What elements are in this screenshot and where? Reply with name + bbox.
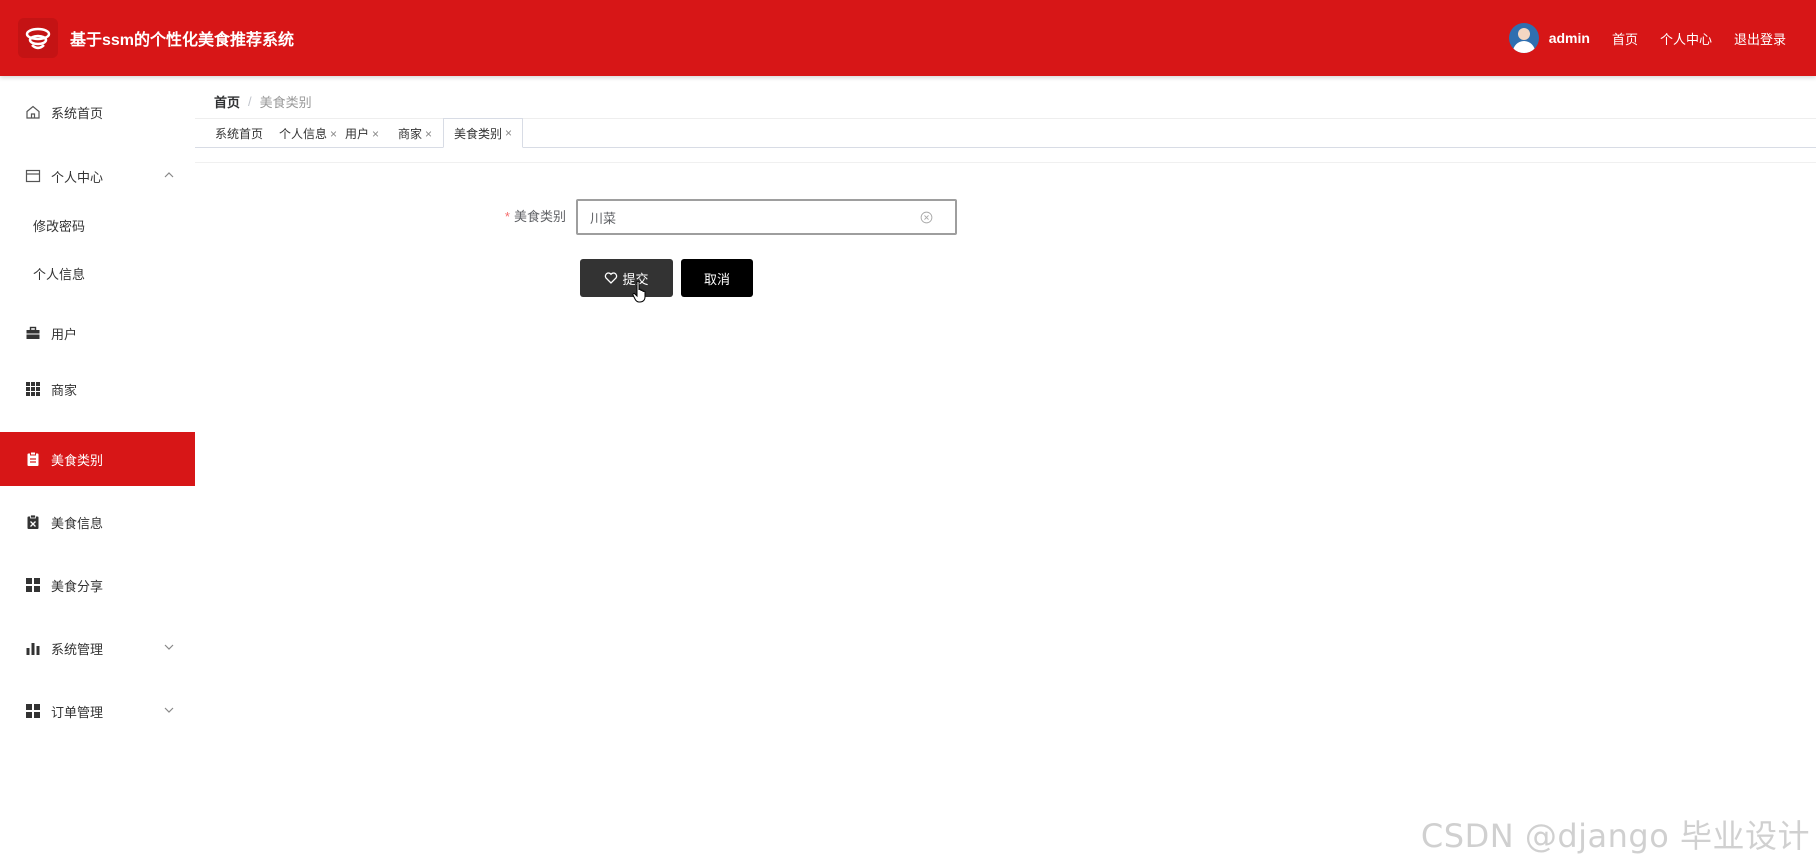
close-icon[interactable]: × bbox=[425, 127, 432, 141]
tab-label: 系统首页 bbox=[215, 127, 264, 141]
avatar[interactable] bbox=[1508, 23, 1539, 53]
sidebar: 系统首页 个人中心 修改密码 个人信息 用户 商家 美食类别 美食信息 美食分享… bbox=[0, 76, 195, 865]
apps-icon bbox=[25, 703, 41, 719]
header-link-profile[interactable]: 个人中心 bbox=[1660, 29, 1712, 48]
breadcrumb-separator: / bbox=[248, 94, 252, 109]
breadcrumb-home[interactable]: 首页 bbox=[214, 92, 240, 111]
required-mark: * bbox=[504, 209, 510, 224]
tab-label: 个人信息 bbox=[279, 127, 328, 141]
grid-icon bbox=[25, 381, 41, 397]
tabs-bar: 系统首页 个人信息 × 用户 × 商家 × 美食类别 × bbox=[195, 118, 1816, 148]
tab-label: 用户 bbox=[345, 127, 370, 141]
sidebar-item-food-share[interactable]: 美食分享 bbox=[0, 559, 195, 611]
sidebar-item-order-management[interactable]: 订单管理 bbox=[0, 685, 195, 737]
sidebar-item-label: 用户 bbox=[51, 326, 78, 342]
sidebar-item-label: 个人中心 bbox=[51, 169, 104, 185]
sidebar-item-label: 系统首页 bbox=[51, 105, 104, 121]
tab-merchants[interactable]: 商家 × bbox=[388, 119, 442, 148]
field-label-text: 美食类别 bbox=[513, 209, 566, 224]
submit-button[interactable]: 提交 bbox=[580, 259, 673, 297]
tab-users[interactable]: 用户 × bbox=[335, 119, 389, 148]
clipboard-x-icon bbox=[25, 514, 41, 530]
sidebar-item-home[interactable]: 系统首页 bbox=[0, 86, 195, 138]
sidebar-subitem-change-password[interactable]: 修改密码 bbox=[0, 205, 195, 245]
tab-label: 美食类别 bbox=[454, 126, 503, 141]
sidebar-item-label: 商家 bbox=[51, 382, 78, 398]
card-icon bbox=[25, 168, 41, 184]
clipboard-icon bbox=[25, 451, 41, 467]
bar-chart-icon bbox=[25, 640, 41, 656]
sidebar-item-personal-center[interactable]: 个人中心 bbox=[0, 150, 195, 202]
close-icon[interactable]: × bbox=[505, 126, 512, 140]
clear-circle-icon[interactable] bbox=[920, 211, 933, 224]
sidebar-item-label: 系统管理 bbox=[51, 641, 104, 657]
breadcrumb: 首页 / 美食类别 bbox=[214, 92, 312, 111]
watermark: CSDN @django 毕业设计 bbox=[1420, 817, 1810, 855]
top-header: 基于ssm的个性化美食推荐系统 admin 首页 个人中心 退出登录 bbox=[0, 0, 1816, 76]
sidebar-item-food-category[interactable]: 美食类别 bbox=[0, 432, 195, 486]
sidebar-item-system-management[interactable]: 系统管理 bbox=[0, 622, 195, 674]
apps-icon bbox=[25, 577, 41, 593]
sidebar-item-food-info[interactable]: 美食信息 bbox=[0, 496, 195, 548]
briefcase-icon bbox=[25, 325, 41, 341]
food-category-label: * 美食类别 bbox=[420, 199, 566, 235]
chevron-down-icon bbox=[164, 644, 174, 650]
app-logo[interactable] bbox=[18, 18, 58, 58]
chevron-down-icon bbox=[164, 707, 174, 713]
header-link-home[interactable]: 首页 bbox=[1612, 29, 1638, 48]
hand-cursor-icon bbox=[632, 280, 646, 303]
close-icon[interactable]: × bbox=[372, 127, 379, 141]
food-category-field[interactable] bbox=[576, 199, 957, 235]
content-divider bbox=[195, 162, 1816, 163]
username-label: admin bbox=[1548, 30, 1590, 46]
app-title: 基于ssm的个性化美食推荐系统 bbox=[70, 32, 295, 49]
sidebar-item-label: 美食分享 bbox=[51, 578, 104, 594]
sidebar-item-merchants[interactable]: 商家 bbox=[0, 363, 195, 415]
tab-food-category[interactable]: 美食类别 × bbox=[443, 118, 524, 148]
tab-label: 商家 bbox=[398, 127, 423, 141]
header-link-logout[interactable]: 退出登录 bbox=[1734, 29, 1786, 48]
sidebar-item-label: 美食信息 bbox=[51, 515, 104, 531]
food-category-input[interactable] bbox=[590, 209, 920, 225]
breadcrumb-current: 美食类别 bbox=[259, 95, 312, 110]
home-icon bbox=[25, 104, 41, 120]
cancel-button[interactable]: 取消 bbox=[681, 259, 753, 297]
sidebar-item-label: 订单管理 bbox=[51, 704, 104, 720]
header-user-area: admin 首页 个人中心 退出登录 bbox=[1508, 0, 1786, 76]
sidebar-item-users[interactable]: 用户 bbox=[0, 307, 195, 359]
sidebar-item-label: 美食类别 bbox=[51, 452, 104, 468]
cancel-label: 取消 bbox=[703, 271, 730, 287]
tab-system-home[interactable]: 系统首页 bbox=[205, 119, 273, 148]
heart-icon bbox=[605, 272, 618, 284]
sidebar-subitem-personal-info[interactable]: 个人信息 bbox=[0, 253, 195, 293]
chevron-up-icon bbox=[164, 172, 174, 178]
logo-icon bbox=[25, 27, 51, 50]
